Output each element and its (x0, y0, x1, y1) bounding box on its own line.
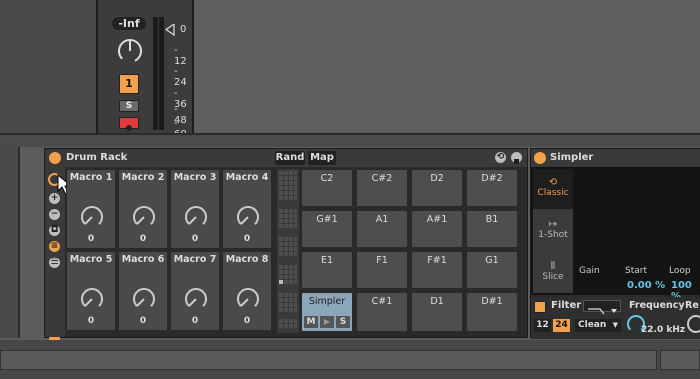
drum-pad[interactable]: A1 (356, 210, 408, 248)
filter-circuit-dropdown[interactable]: Clean ▼ (575, 319, 621, 332)
knob-icon (236, 206, 259, 228)
map-button[interactable]: Map (308, 151, 336, 165)
track-activator-button[interactable]: 1 (119, 74, 139, 94)
filter-label: Filter (551, 300, 582, 311)
simpler-device: Simpler ⟲ Classic ↦ 1-Shot ⦀ Slice Gain … (530, 148, 700, 339)
bottom-scroll-area[interactable] (0, 350, 657, 370)
drum-pad[interactable]: A#1 (411, 210, 463, 248)
save-preset-icon[interactable] (511, 152, 522, 164)
macro-knob-4[interactable]: Macro 4 0 (222, 169, 272, 249)
lowpass-icon (588, 308, 617, 315)
drum-pad[interactable]: C2 (301, 169, 353, 207)
loop-label: Loop (669, 266, 691, 276)
knob-icon (185, 288, 207, 310)
drum-pad[interactable]: D2 (411, 169, 463, 207)
remove-macro-icon[interactable]: − (49, 209, 60, 220)
macro-knob-1[interactable]: Macro 1 0 (66, 169, 116, 249)
filter-type-dropdown[interactable] (583, 300, 621, 315)
frequency-value: 22.0 kHz (641, 325, 686, 335)
start-value[interactable]: 0.00 % (627, 280, 665, 291)
mode-slice[interactable]: ⦀ Slice (533, 253, 573, 293)
drum-pad[interactable]: G1 (466, 251, 518, 289)
drum-pad[interactable]: D#2 (466, 169, 518, 207)
resonance-label: Re (685, 300, 699, 311)
knob-icon (236, 288, 259, 310)
device-view-ribbon (0, 135, 700, 147)
drum-rack-device: Drum Rack Rand Map ⟲ + − ◘ ≡ ☰ Macro 1 0… (44, 148, 528, 346)
macro-knob-3[interactable]: Macro 3 0 (170, 169, 220, 249)
filter-slope-24[interactable]: 24 (553, 319, 570, 332)
record-arm-icon (126, 125, 132, 131)
knob-icon (81, 206, 103, 228)
show-pads-icon[interactable]: ≡ (49, 241, 60, 252)
level-meter-right (159, 17, 164, 130)
drum-pad-grid: C2 C#2 D2 D#2 G#1 A1 A#1 B1 E1 F1 F#1 G1… (301, 169, 523, 335)
classic-mode-icon: ⟲ (548, 177, 558, 188)
drum-pad[interactable]: B1 (466, 210, 518, 248)
volume-marker-icon[interactable] (165, 24, 175, 36)
macro-knob-2[interactable]: Macro 2 0 (118, 169, 168, 249)
drum-pad[interactable]: G#1 (301, 210, 353, 248)
drum-pad[interactable]: C#1 (356, 292, 408, 332)
pad-mute-button[interactable]: M (304, 316, 318, 328)
knob-icon (133, 288, 155, 310)
macro-knob-6[interactable]: Macro 6 0 (118, 251, 168, 331)
drum-rack-title: Drum Rack (66, 152, 128, 163)
drum-pad[interactable]: D1 (411, 292, 463, 332)
show-chain-list-icon[interactable]: ☰ (49, 257, 60, 268)
pan-knob[interactable] (115, 36, 145, 66)
filter-slope-12[interactable]: 12 (534, 319, 551, 332)
pad-overview[interactable] (277, 169, 299, 333)
knob-icon (133, 206, 155, 228)
macro-grid: Macro 1 0 Macro 2 0 Macro 3 0 Macro 4 0 … (66, 169, 274, 334)
bottom-right-segment[interactable] (660, 350, 700, 370)
filter-section: Filter Frequency 12 24 Clean ▼ 22.0 kHz R… (531, 297, 700, 339)
simpler-title: Simpler (550, 152, 594, 163)
drum-rack-header: Drum Rack Rand Map ⟲ (45, 149, 527, 167)
left-pane (0, 0, 96, 133)
drum-pad[interactable]: C#2 (356, 169, 408, 207)
left-device-edge (0, 147, 20, 338)
hot-swap-icon[interactable]: ⟲ (495, 152, 506, 163)
simpler-header: Simpler (531, 149, 700, 167)
start-label: Start (625, 266, 647, 276)
drum-pad[interactable]: F1 (356, 251, 408, 289)
arm-button[interactable] (119, 117, 139, 131)
pad-overview-grid (279, 171, 297, 328)
filter-toggle[interactable] (534, 301, 546, 313)
drum-pad[interactable]: D#1 (466, 292, 518, 332)
frequency-label: Frequency (629, 300, 685, 311)
solo-button[interactable]: S (119, 100, 139, 112)
volume-display[interactable]: -Inf (112, 17, 146, 30)
drum-pad[interactable]: E1 (301, 251, 353, 289)
mixer-strip: -Inf 1 S 0 - 12 - 24 - 36 - 48 - 60 (96, 0, 194, 140)
knob-icon (185, 206, 207, 228)
macro-knob-5[interactable]: Macro 5 0 (66, 251, 116, 331)
level-meter-left (153, 17, 158, 130)
simpler-activator-button[interactable] (534, 152, 546, 164)
snapshot-icon[interactable]: ◘ (49, 225, 60, 236)
mode-classic[interactable]: ⟲ Classic (533, 169, 573, 209)
device-activator-button[interactable] (49, 152, 61, 164)
playback-mode-column: ⟲ Classic ↦ 1-Shot ⦀ Slice (533, 169, 573, 293)
chevron-down-icon: ▼ (612, 321, 618, 329)
macro-knob-8[interactable]: Macro 8 0 (222, 251, 272, 331)
resonance-knob[interactable] (685, 313, 700, 335)
pad-play-button[interactable]: ▶ (320, 316, 334, 328)
drum-pad-simpler[interactable]: Simpler M ▶ S (301, 292, 353, 332)
slice-icon: ⦀ (550, 261, 556, 272)
rand-button[interactable]: Rand (275, 151, 305, 165)
macro-knob-7[interactable]: Macro 7 0 (170, 251, 220, 331)
right-pane (194, 0, 700, 133)
pad-solo-button[interactable]: S (336, 316, 350, 328)
one-shot-icon: ↦ (548, 219, 558, 230)
gain-label: Gain (579, 266, 600, 276)
knob-icon (81, 288, 103, 310)
drum-pad[interactable]: F#1 (411, 251, 463, 289)
mode-one-shot[interactable]: ↦ 1-Shot (533, 211, 573, 251)
